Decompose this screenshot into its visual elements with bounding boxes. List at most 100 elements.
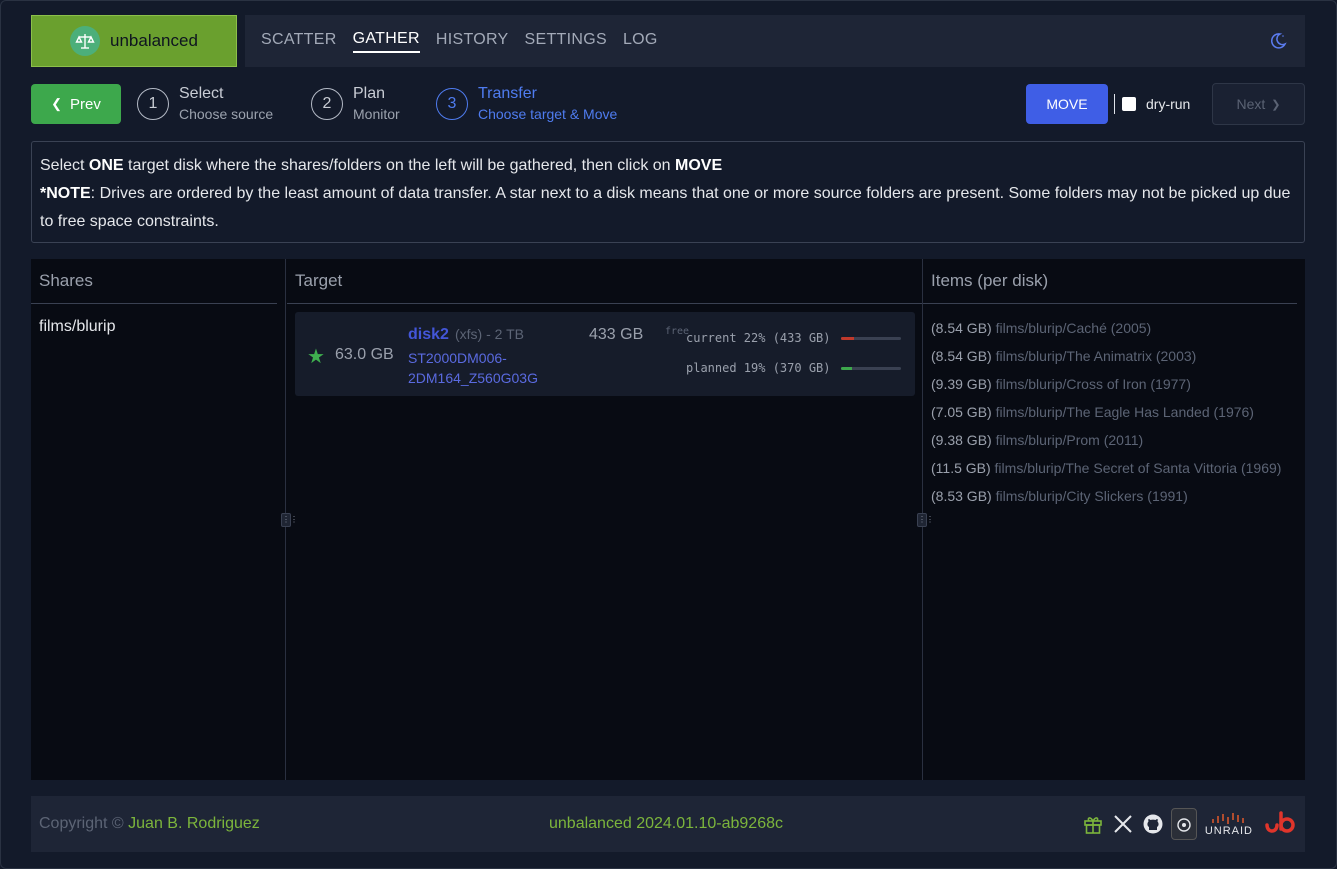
item-size: (8.54 GB) [931, 320, 992, 336]
top-nav: SCATTER GATHER HISTORY SETTINGS LOG [245, 15, 1305, 67]
divider [1114, 94, 1115, 114]
item-row: (8.53 GB) films/blurip/City Slickers (19… [923, 482, 1305, 510]
brand-logo[interactable] [1263, 811, 1297, 836]
disk-name[interactable]: disk2 [408, 326, 449, 344]
item-row: (9.38 GB) films/blurip/Prom (2011) [923, 426, 1305, 454]
notice-text: target disk where the shares/folders on … [123, 157, 676, 174]
target-panel: Target ★ 63.0 GB disk2 (xfs) - 2 TB ST20… [287, 259, 922, 780]
unraid-logo[interactable]: UNRAID [1205, 811, 1253, 837]
item-path: films/blurip/The Animatrix (2003) [995, 348, 1197, 364]
author-link[interactable]: Juan B. Rodriguez [128, 815, 260, 832]
step-title: Transfer [478, 85, 537, 102]
item-path: films/blurip/Prom (2011) [995, 432, 1144, 448]
items-panel: Items (per disk) (8.54 GB) films/blurip/… [923, 259, 1305, 780]
step-plan: 2 Plan Monitor [311, 84, 400, 124]
item-size: (11.5 GB) [931, 460, 991, 476]
notice-emphasis: ONE [88, 157, 124, 174]
nav-history[interactable]: HISTORY [436, 31, 509, 52]
gift-icon[interactable] [1081, 812, 1105, 836]
disk-serial: ST2000DM006- 2DM164_Z560G03G [408, 348, 538, 388]
instructions-notice: Select ONE target disk where the shares/… [31, 141, 1305, 243]
app-icon[interactable] [1170, 808, 1197, 840]
target-title: Target [287, 259, 922, 304]
planned-bar-fill [840, 366, 852, 370]
item-path: films/blurip/Cross of Iron (1977) [995, 376, 1191, 392]
app-logo[interactable]: unbalanced [31, 15, 237, 67]
prev-label: Prev [70, 95, 101, 113]
unraid-text: UNRAID [1204, 825, 1253, 837]
current-usage: current 22% (433 GB) [686, 331, 901, 345]
item-size: (7.05 GB) [931, 404, 992, 420]
github-icon[interactable] [1141, 812, 1165, 836]
item-row: (7.05 GB) films/blurip/The Eagle Has Lan… [923, 398, 1305, 426]
dry-run-toggle[interactable]: dry-run [1122, 96, 1190, 112]
item-path: films/blurip/City Slickers (1991) [995, 488, 1188, 504]
note-text: : Drives are ordered by the least amount… [40, 185, 1291, 230]
step-number: 1 [137, 88, 169, 120]
app-name: unbalanced [110, 31, 198, 50]
nav-scatter[interactable]: SCATTER [261, 31, 337, 52]
current-label: current 22% (433 GB) [686, 331, 831, 345]
items-title: Items (per disk) [923, 259, 1297, 304]
shares-panel: Shares films/blurip [31, 259, 285, 780]
item-size: (8.53 GB) [931, 488, 992, 504]
footer: Copyright © Juan B. Rodriguez unbalanced… [31, 796, 1305, 852]
notice-text: Select [40, 157, 89, 174]
planned-bar [840, 366, 901, 370]
dry-run-checkbox[interactable] [1122, 97, 1136, 111]
step-subtitle: Choose target & Move [478, 106, 618, 122]
step-number: 2 [311, 88, 343, 120]
notice-emphasis: MOVE [675, 157, 723, 174]
step-select: 1 Select Choose source [137, 84, 273, 124]
item-path: films/blurip/The Eagle Has Landed (1976) [995, 404, 1254, 420]
main-panels: Shares films/blurip ⋮⋮ Target ★ 63.0 GB … [31, 259, 1305, 780]
step-title: Plan [353, 85, 386, 102]
item-path: films/blurip/The Secret of Santa Vittori… [994, 460, 1282, 476]
step-number: 3 [436, 88, 468, 120]
item-size: (8.54 GB) [931, 348, 992, 364]
move-button[interactable]: MOVE [1026, 84, 1108, 124]
chevron-left-icon: ❮ [51, 96, 63, 111]
current-bar [840, 336, 901, 340]
transfer-size: 63.0 GB [335, 346, 394, 363]
scale-icon [70, 26, 100, 56]
item-size: (9.39 GB) [931, 376, 992, 392]
item-row: (11.5 GB) films/blurip/The Secret of San… [923, 454, 1305, 482]
item-row: (8.54 GB) films/blurip/Caché (2005) [923, 314, 1305, 342]
chevron-right-icon: ❯ [1271, 98, 1281, 111]
free-size: 433 GB [589, 326, 644, 343]
free-label: free [665, 326, 690, 337]
x-twitter-icon[interactable] [1111, 812, 1135, 836]
item-size: (9.38 GB) [931, 432, 992, 448]
prev-button[interactable]: ❮ Prev [31, 84, 121, 124]
nav-settings[interactable]: SETTINGS [525, 31, 607, 52]
serial-line: ST2000DM006- [408, 350, 507, 366]
next-button[interactable]: Next ❯ [1212, 83, 1305, 125]
share-item[interactable]: films/blurip [31, 304, 285, 350]
copyright-text: Copyright © [39, 815, 129, 832]
star-icon: ★ [307, 346, 325, 368]
copyright: Copyright © Juan B. Rodriguez [39, 815, 260, 833]
step-subtitle: Choose source [179, 106, 274, 122]
items-list: (8.54 GB) films/blurip/Caché (2005) (8.54… [923, 304, 1305, 510]
planned-usage: planned 19% (370 GB) [686, 361, 901, 375]
item-row: (8.54 GB) films/blurip/The Animatrix (20… [923, 342, 1305, 370]
dry-run-label: dry-run [1146, 96, 1191, 112]
disk-meta: (xfs) - 2 TB [455, 326, 524, 342]
current-bar-fill [840, 336, 854, 340]
next-label: Next [1236, 96, 1266, 112]
shares-title: Shares [31, 259, 277, 304]
version: unbalanced 2024.01.10-ab9268c [549, 815, 783, 832]
note-label: *NOTE [40, 185, 91, 202]
planned-label: planned 19% (370 GB) [686, 361, 831, 375]
footer-icons: UNRAID [1075, 796, 1297, 852]
serial-line: 2DM164_Z560G03G [408, 370, 538, 386]
disk-card[interactable]: ★ 63.0 GB disk2 (xfs) - 2 TB ST2000DM006… [295, 312, 915, 396]
moon-icon[interactable] [1269, 32, 1287, 50]
nav-gather[interactable]: GATHER [352, 30, 420, 53]
nav-log[interactable]: LOG [623, 31, 658, 52]
step-transfer: 3 Transfer Choose target & Move [436, 84, 617, 124]
item-row: (9.39 GB) films/blurip/Cross of Iron (19… [923, 370, 1305, 398]
item-path: films/blurip/Caché (2005) [995, 320, 1152, 336]
step-subtitle: Monitor [353, 106, 400, 122]
